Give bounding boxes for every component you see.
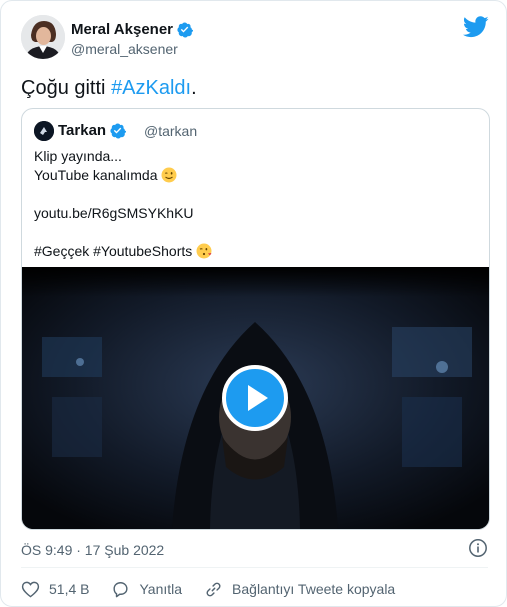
quoted-author-handle[interactable]: @tarkan [144,123,197,139]
quoted-text-line-text: YouTube kanalımda [34,167,158,183]
author-name-text: Meral Akşener [71,21,173,38]
reply-button[interactable]: Yanıtla [111,580,182,599]
like-button[interactable]: 51,4 B [21,580,89,599]
video-player[interactable] [22,267,489,529]
verified-icon [110,123,127,139]
divider [21,567,488,568]
copy-link-label: Bağlantıyı Tweete kopyala [232,581,396,597]
info-icon[interactable] [468,538,488,558]
link-icon [206,582,221,596]
like-count: 51,4 B [49,581,90,597]
quoted-link[interactable]: youtu.be/R6gSMSYKhKU [34,205,194,221]
face-blowing-kiss-emoji-icon [196,243,212,259]
tweet-timestamp[interactable]: ÖS 9:49 · 17 Şub 2022 [21,542,164,558]
quoted-author-name[interactable]: Tarkan [58,122,127,139]
tweet-hashtag-link[interactable]: #AzKaldı [111,77,191,99]
tweet-embed-card: Meral Akşener @meral_aksener Çoğu gitti … [0,0,507,607]
quoted-author-name-text: Tarkan [58,122,107,139]
author-name[interactable]: Meral Akşener [71,21,193,38]
author-avatar[interactable] [21,15,65,59]
play-icon [248,385,268,411]
quoted-tweet[interactable]: Tarkan @tarkan Klip yayında... YouTube k… [21,108,490,530]
heart-icon [21,581,40,598]
reply-icon [113,581,129,597]
quoted-text-line: YouTube kanalımda [34,167,177,183]
quoted-text-line: Klip yayında... [34,148,122,164]
author-handle[interactable]: @meral_aksener [71,41,178,57]
tweet-text: Çoğu gitti #AzKaldı. [21,76,197,100]
reply-label: Yanıtla [139,581,183,597]
quoted-hashtags[interactable]: #Geççek #YoutubeShorts [34,243,192,259]
quoted-text-line: #Geççek #YoutubeShorts [34,243,212,259]
copy-link-button[interactable]: Bağlantıyı Tweete kopyala [204,580,395,599]
twitter-logo-icon[interactable] [463,16,489,38]
verified-icon [177,22,193,38]
tweet-text-end: . [191,77,197,99]
play-button[interactable] [222,365,288,431]
tweet-actions: 51,4 B Yanıtla Bağlantıyı Tweete kopyala [21,578,417,600]
tweet-text-plain: Çoğu gitti [21,77,112,99]
quoted-author-avatar[interactable] [34,121,54,141]
winking-face-emoji-icon [161,167,177,183]
